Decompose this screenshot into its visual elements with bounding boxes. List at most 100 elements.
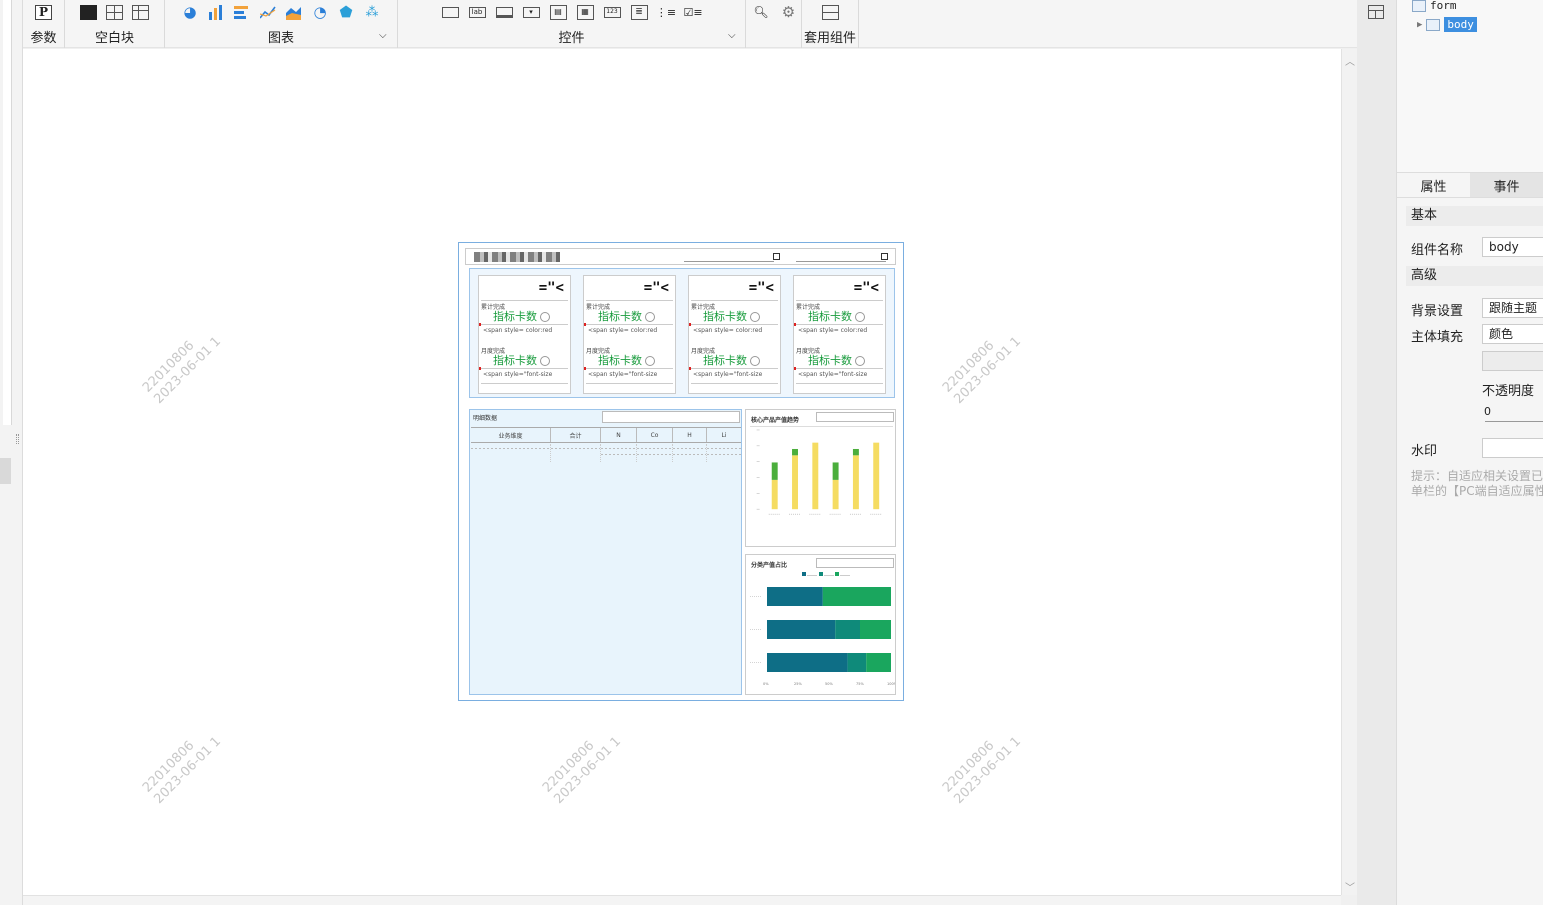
left-panel-scrollbar[interactable] [3,0,12,425]
hint-text: 提示：自适应相关设置已 单栏的【PC端自适应属性 [1411,469,1543,498]
kpi-code-text: <span style="font-size [693,371,763,378]
background-setting-label: 背景设置 [1411,304,1464,319]
stacked-bar-segment [767,620,836,639]
detail-table-widget[interactable]: 明细数据 业务维度 合计 N Co H Li [469,409,742,695]
toolbar-group-label: 控件 [558,31,585,46]
component-name-input[interactable]: body [1482,237,1543,257]
template-component-icon[interactable] [821,4,839,20]
dropdown-button[interactable] [773,253,780,260]
gear-icon[interactable]: ⚙ [780,4,797,20]
chevron-down-icon[interactable]: ⌵ [379,30,387,41]
toolbar-group-blank-blocks: 空白块 [65,0,165,48]
kpi-card[interactable]: ="< 累计完成 指标卡数 <span style= color:red 月度完成 指标卡… [793,275,886,394]
stacked-bar-segment [767,587,823,606]
section-advanced[interactable]: 高级 [1406,266,1543,286]
kpi-indicator: 指标卡数 [493,308,550,324]
left-panel-splitter-grip[interactable] [16,434,19,444]
toolbar-group-label: 套用组件 [803,31,856,46]
x-axis-tick-label: 75% [856,682,864,686]
radio-group-icon[interactable]: ⋮≡ [656,5,676,20]
column-chart-icon[interactable] [208,4,225,20]
gauge-chart-icon[interactable]: ◔ [312,4,329,20]
button-widget-icon[interactable] [441,6,459,18]
text-widget-icon[interactable] [495,6,513,18]
toolbar-group-widgets: lab ▾ ▤ ▦ 123 ≣ ⋮≡ ☑≡ 控件 ⌵ [398,0,746,48]
divider [481,300,568,301]
kpi-code-text: <span style= color:red [483,327,553,334]
bar-segment [832,462,839,480]
kpi-card[interactable]: ="< 累计完成 指标卡数 <span style= color:red 月度完成 指标卡… [583,275,676,394]
date-widget-icon[interactable]: ▤ [549,4,567,20]
canvas-horizontal-scrollbar[interactable] [23,895,1341,905]
textarea-widget-icon[interactable]: ≣ [630,4,648,20]
x-axis-tick-label: 0% [763,682,769,686]
calendar-widget-icon[interactable]: ▦ [576,4,594,20]
label-widget-icon[interactable]: lab [468,6,486,18]
section-basic[interactable]: 基本 [1406,206,1543,226]
dropdown-button[interactable] [881,253,888,260]
filter-field-1[interactable] [684,252,774,262]
filter-field-2[interactable] [796,252,886,262]
scroll-up-arrow-icon[interactable]: ︿ [1345,53,1355,68]
stacked-bar-segment [860,620,891,639]
table-row [471,444,741,462]
background-setting-select[interactable]: 跟随主题 [1482,298,1543,318]
absolute-block-icon[interactable] [80,4,97,20]
tree-node-form[interactable]: form [1412,0,1457,12]
area-chart-icon[interactable] [286,5,303,20]
kpi-card[interactable]: ="< 累计完成 指标卡数 <span style= color:red 月度完成 指标卡… [688,275,781,394]
divider [691,324,778,325]
chevron-down-icon[interactable]: ⌵ [728,30,736,41]
radar-chart-icon[interactable]: ⬟ [338,4,355,20]
kpi-indicator: 指标卡数 [598,308,655,324]
tab-properties[interactable]: 属性 [1397,173,1470,197]
param-icon[interactable]: P [35,4,52,20]
divider [796,368,883,369]
left-panel-scroll-thumb[interactable] [0,458,11,484]
table-filter-control[interactable] [602,411,740,423]
chart-filter-control[interactable] [816,412,894,422]
opacity-label: 不透明度 [1482,384,1535,399]
divider [586,368,673,369]
scroll-down-arrow-icon[interactable]: ﹀ [1345,879,1355,894]
scatter-chart-icon[interactable]: ⁂ [364,5,381,20]
bar-chart-widget[interactable]: 核心产品产值趋势 [745,409,896,547]
properties-panel: form ▶ body 属性 事件 基本 组件名称 body 高级 背景设置 跟… [1397,0,1543,905]
tab-block-icon[interactable] [106,4,123,20]
stacked-bar-chart-widget[interactable]: 分类产值占比 0% 25% 50% 75% 100% [745,554,896,695]
toolbar-group-charts: ◕ ◔ ⬟ ⁂ 图表 ⌵ [165,0,398,48]
divider [481,383,568,384]
watermark-input[interactable] [1482,438,1543,458]
canvas-vertical-scrollbar[interactable]: ︿ ﹀ [1341,49,1357,895]
kpi-big-value: ="< [643,280,669,296]
query-widget-icon[interactable]: 🔍︎ [753,5,770,20]
number-widget-icon[interactable]: 123 [603,6,621,18]
layout-icon[interactable] [1368,5,1384,19]
report-block-icon[interactable] [132,4,149,20]
fill-color-swatch[interactable] [1482,351,1543,371]
chart-title: 核心产品产值趋势 [751,417,800,424]
kpi-code-text: <span style= color:red [798,327,868,334]
form-node-icon [1412,0,1426,12]
kpi-card[interactable]: ="< 累计完成 指标卡数 <span style= color:red 月度完成 指标卡… [478,275,571,394]
kpi-code-text: <span style="font-size [588,371,658,378]
opacity-slider[interactable] [1485,421,1543,422]
kpi-big-value: ="< [853,280,879,296]
body-fill-select[interactable]: 颜色 [1482,324,1543,344]
component-toolbar: P 参数 空白块 ◕ ◔ ⬟ ⁂ 图表 ⌵ lab ▾ ▤ ▦ 123 ≣ ⋮≡… [23,0,1357,48]
expand-arrow-icon[interactable]: ▶ [1417,20,1422,30]
pie-chart-icon[interactable]: ◕ [182,4,199,20]
checkbox-group-icon[interactable]: ☑≡ [683,5,702,20]
tab-events[interactable]: 事件 [1470,173,1543,197]
bar-segment [771,479,778,510]
chart-legend [802,572,851,577]
stacked-bar-plot: 0% 25% 50% 75% 100% [750,587,895,686]
kpi-indicator: 指标卡数 [493,352,550,368]
body-component-preview[interactable]: ="< 累计完成 指标卡数 <span style= color:red 月度完成 指标卡… [458,242,904,701]
line-chart-icon[interactable] [260,5,277,20]
chart-filter-control[interactable] [816,558,894,568]
tree-node-body[interactable]: ▶ body [1417,17,1477,32]
dropdown-widget-icon[interactable]: ▾ [522,6,540,18]
kpi-indicator: 指标卡数 [703,352,760,368]
bar-chart-icon[interactable] [234,5,251,20]
